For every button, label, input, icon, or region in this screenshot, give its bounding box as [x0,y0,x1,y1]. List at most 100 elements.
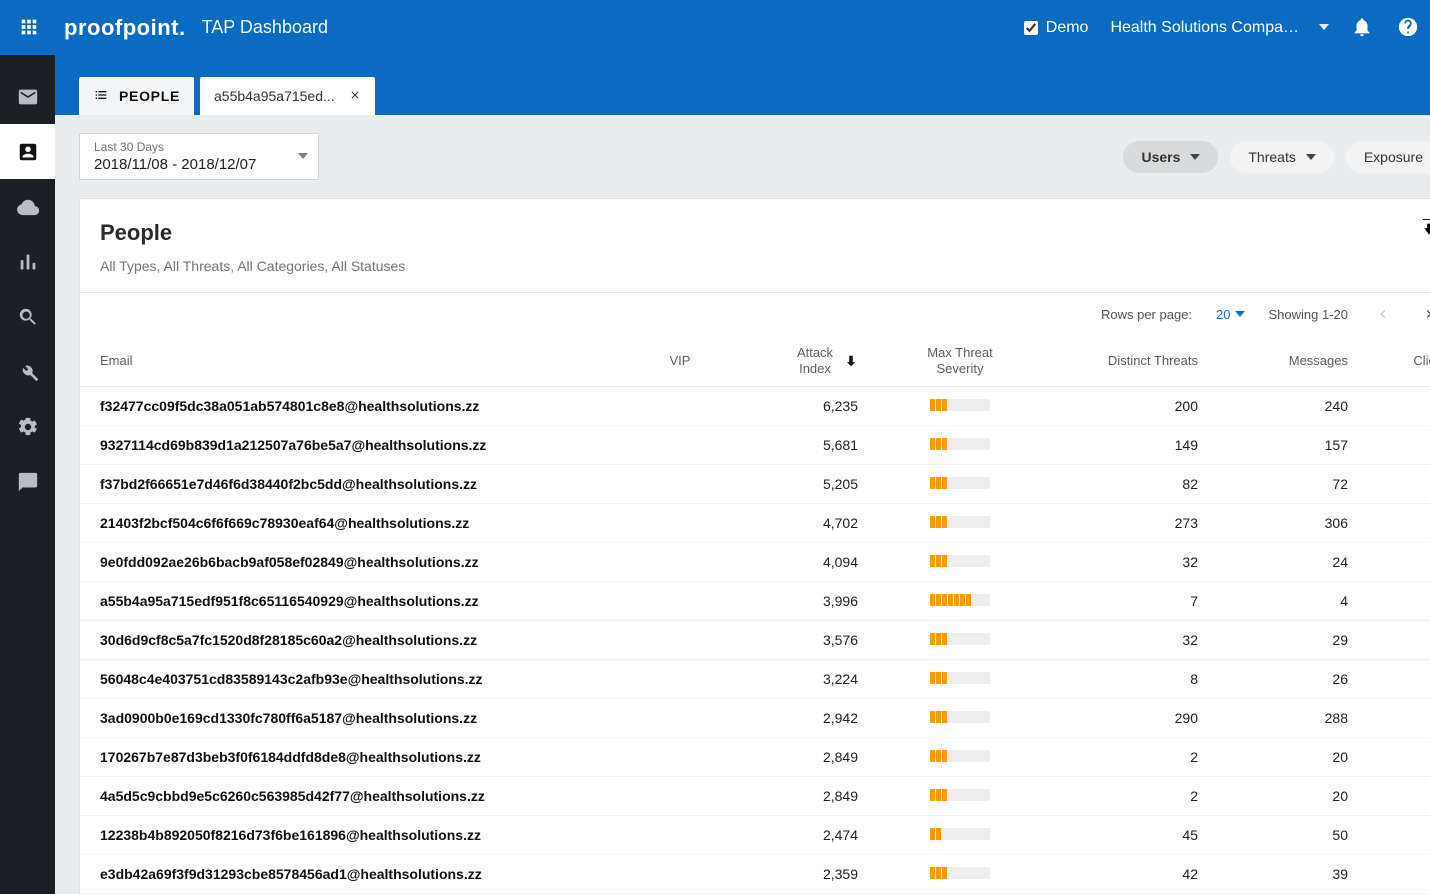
content-area: PEOPLE a55b4a95a715ed... Last 30 Days 20… [55,55,1430,894]
table-row[interactable]: 30d6d9cf8c5a7fc1520d8f28185c60a2@healths… [80,621,1430,660]
cell-attack-index: 2,359 [720,855,870,894]
col-clicks[interactable]: Clicks [1360,335,1430,387]
cell-email: 21403f2bcf504c6f6f669c78930eaf64@healths… [80,504,640,543]
cell-distinct-threats: 45 [1050,816,1210,855]
severity-bar [930,594,990,606]
cell-attack-index: 6,235 [720,387,870,426]
cell-messages: 29 [1210,621,1360,660]
table-row[interactable]: 12238b4b892050f8216d73f6be161896@healths… [80,816,1430,855]
severity-bar [930,399,990,411]
col-distinct-threats[interactable]: Distinct Threats [1050,335,1210,387]
filter-exposure[interactable]: Exposure [1346,141,1430,173]
filter-users[interactable]: Users [1123,141,1218,173]
table-row[interactable]: a55b4a95a715edf951f8c65116540929@healths… [80,582,1430,621]
cell-vip [640,504,720,543]
cell-attack-index: 3,224 [720,660,870,699]
col-attack-index-label: Attack Index [792,345,838,376]
cell-clicks: 0 [1360,543,1430,582]
nav-cloud[interactable] [0,179,55,234]
tenant-selector[interactable]: Health Solutions Compa… [1110,19,1329,37]
cell-distinct-threats: 273 [1050,504,1210,543]
table-row[interactable]: 3ad0900b0e169cd1330fc780ff6a5187@healths… [80,699,1430,738]
col-vip[interactable]: VIP [640,335,720,387]
table-row[interactable]: 56048c4e403751cd83589143c2afb93e@healths… [80,660,1430,699]
severity-bar [930,867,990,879]
cell-severity [870,543,1050,582]
col-email[interactable]: Email [80,335,640,387]
table-row[interactable]: f32477cc09f5dc38a051ab574801c8e8@healths… [80,387,1430,426]
chevron-down-icon [1190,152,1200,162]
bell-icon[interactable] [1351,16,1375,40]
cell-messages: 240 [1210,387,1360,426]
col-attack-index[interactable]: Attack Index [720,335,870,387]
date-range-picker[interactable]: Last 30 Days 2018/11/08 - 2018/12/07 [79,133,319,180]
cell-messages: 4 [1210,582,1360,621]
cell-attack-index: 2,474 [720,816,870,855]
cell-attack-index: 4,094 [720,543,870,582]
cell-messages: 50 [1210,816,1360,855]
cell-messages: 26 [1210,660,1360,699]
demo-checkbox[interactable] [1024,21,1038,35]
table-row[interactable]: e3db42a69f3f9d31293cbe8578456ad1@healths… [80,855,1430,894]
cell-messages: 20 [1210,777,1360,816]
col-messages[interactable]: Messages [1210,335,1360,387]
cell-email: 9327114cd69b839d1a212507a76be5a7@healths… [80,426,640,465]
download-icon[interactable] [1418,219,1430,246]
cell-email: 56048c4e403751cd83589143c2afb93e@healths… [80,660,640,699]
cell-severity [870,621,1050,660]
nav-chat[interactable] [0,454,55,509]
severity-bar [930,711,990,723]
nav-analytics[interactable] [0,234,55,289]
table-row[interactable]: f37bd2f66651e7d46f6d38440f2bc5dd@healths… [80,465,1430,504]
tab-people[interactable]: PEOPLE [79,77,194,115]
cell-messages: 288 [1210,699,1360,738]
table-row[interactable]: 9327114cd69b839d1a212507a76be5a7@healths… [80,426,1430,465]
nav-people[interactable] [0,124,55,179]
prev-page-button[interactable] [1372,303,1394,325]
apps-grid-icon[interactable] [18,16,42,40]
cell-clicks: 0 [1360,504,1430,543]
cell-vip [640,855,720,894]
severity-bar [930,828,990,840]
table-row[interactable]: 4a5d5c9cbbd9e5c6260c563985d42f77@healths… [80,777,1430,816]
cell-messages: 157 [1210,426,1360,465]
tab-detail[interactable]: a55b4a95a715ed... [200,77,375,115]
nav-search[interactable] [0,289,55,344]
severity-bar [930,555,990,567]
cell-email: f37bd2f66651e7d46f6d38440f2bc5dd@healths… [80,465,640,504]
cell-distinct-threats: 32 [1050,621,1210,660]
cell-vip [640,582,720,621]
cell-vip [640,777,720,816]
cell-attack-index: 5,681 [720,426,870,465]
cell-clicks: 0 [1360,816,1430,855]
nav-settings[interactable] [0,399,55,454]
cell-email: e3db42a69f3f9d31293cbe8578456ad1@healths… [80,855,640,894]
cell-vip [640,621,720,660]
table-row[interactable]: 21403f2bcf504c6f6f669c78930eaf64@healths… [80,504,1430,543]
cell-distinct-threats: 7 [1050,582,1210,621]
chevron-down-icon [298,148,308,166]
chevron-down-icon [1319,19,1329,37]
severity-bar [930,516,990,528]
rows-per-page-select[interactable]: 20 [1216,307,1244,322]
table-row[interactable]: 9e0fdd092ae26b6bacb9af058ef02849@healths… [80,543,1430,582]
col-max-threat-severity[interactable]: Max Threat Severity [870,335,1050,387]
severity-bar [930,672,990,684]
filter-threats[interactable]: Threats [1230,141,1333,173]
next-page-button[interactable] [1418,303,1430,325]
nav-mail[interactable] [0,69,55,124]
cell-severity [870,738,1050,777]
cell-attack-index: 3,576 [720,621,870,660]
nav-tools[interactable] [0,344,55,399]
close-icon[interactable] [349,88,361,104]
severity-bar [930,633,990,645]
help-icon[interactable] [1397,16,1421,40]
filter-exposure-label: Exposure [1364,149,1423,165]
cell-clicks: 0 [1360,777,1430,816]
table-row[interactable]: 170267b7e87d3beb3f0f6184ddfd8de8@healths… [80,738,1430,777]
filters-summary: All Types, All Threats, All Categories, … [80,252,1430,293]
demo-toggle[interactable]: Demo [1024,19,1089,37]
severity-bar [930,750,990,762]
cell-email: 9e0fdd092ae26b6bacb9af058ef02849@healths… [80,543,640,582]
cell-distinct-threats: 42 [1050,855,1210,894]
